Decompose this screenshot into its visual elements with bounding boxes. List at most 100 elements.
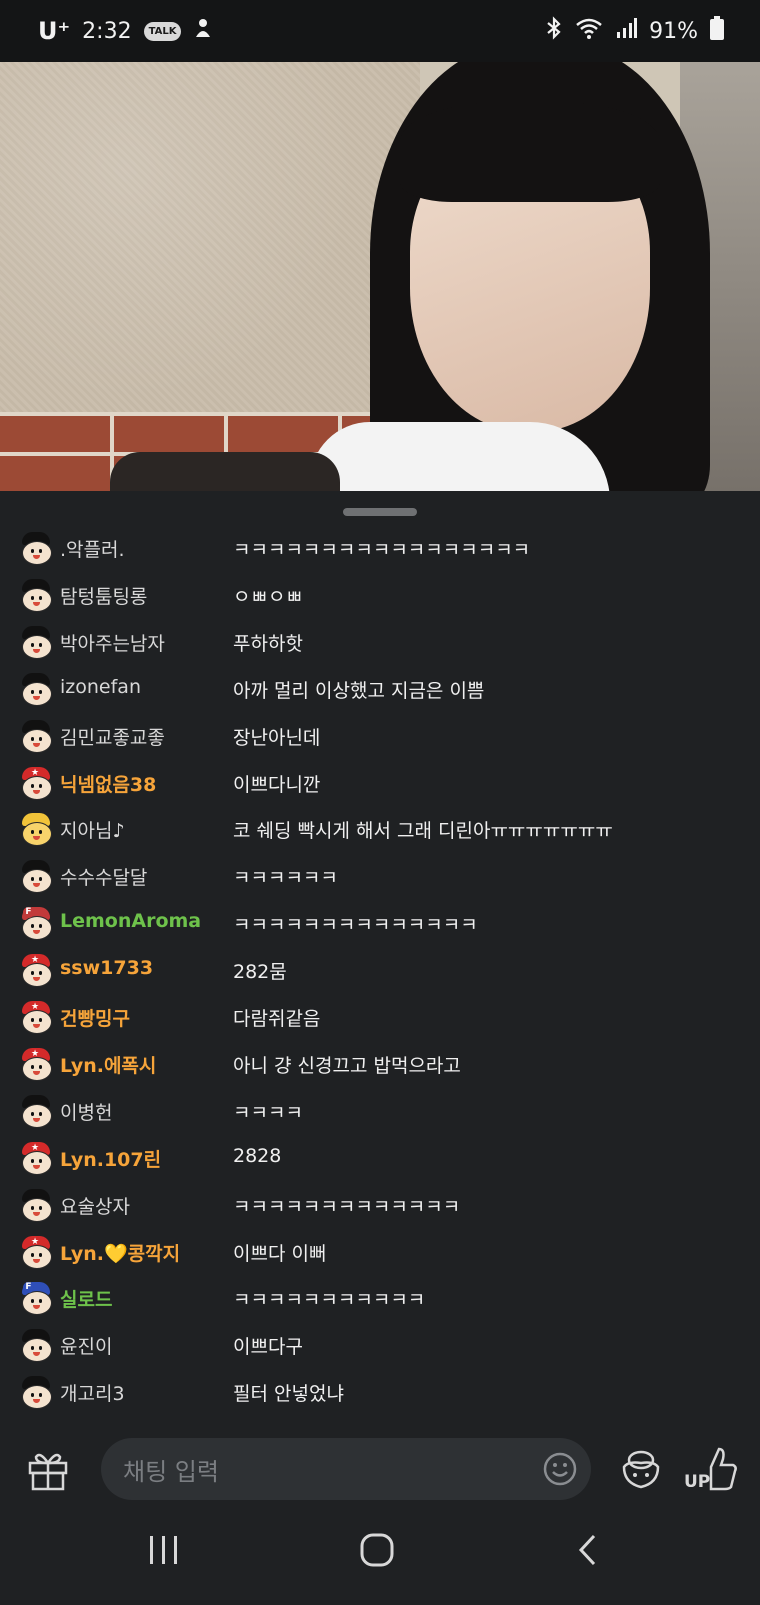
chat-text: 장난아닌데 <box>233 727 321 749</box>
avatar[interactable] <box>20 1189 52 1222</box>
avatar[interactable]: F <box>20 1282 52 1315</box>
status-bar: U⁺ 2:32 TALK 91% <box>0 0 760 62</box>
chat-nickname[interactable]: 탐텅툼팅롱 <box>60 582 147 609</box>
signal-icon <box>615 17 638 45</box>
chat-nickname[interactable]: 개고리3 <box>60 1379 125 1406</box>
chat-message[interactable]: 박아주는남자 푸하하핫 <box>0 622 760 662</box>
avatar[interactable] <box>20 860 52 893</box>
chat-nickname[interactable]: 박아주는남자 <box>60 629 165 656</box>
battery-percent: 91% <box>649 18 698 44</box>
chat-list[interactable]: .악플러. ㅋㅋㅋㅋㅋㅋㅋㅋㅋㅋㅋㅋㅋㅋㅋㅋㅋ 탐텅툼팅롱 ㅇㅃㅇㅃ 박아주는남자 푸하하… <box>0 532 760 1422</box>
chat-nickname[interactable]: 김민교좋교좋 <box>60 723 165 750</box>
recent-apps-icon[interactable] <box>148 1533 180 1571</box>
chat-message[interactable]: 윤진이 이쁘다구 <box>0 1325 760 1365</box>
battery-icon <box>710 16 724 46</box>
chat-text: 282뭄 <box>233 961 287 983</box>
avatar[interactable] <box>20 626 52 659</box>
gift-icon[interactable] <box>26 1447 70 1491</box>
up-label: UP <box>684 1472 710 1492</box>
chat-message[interactable]: ★ Lyn.💛콩깍지 이쁘다 이뻐 <box>0 1232 760 1272</box>
chat-message[interactable]: 지아님♪ 코 쉐딩 빡시게 해서 그래 디린아ㅠㅠㅠㅠㅠㅠㅠ <box>0 809 760 849</box>
chat-message[interactable]: ★ Lyn.107린 2828 <box>0 1138 760 1178</box>
carrier-label: U⁺ <box>38 17 71 45</box>
chat-nickname[interactable]: Lyn.107린 <box>60 1145 161 1172</box>
thumbs-up-icon[interactable]: UP <box>683 1443 739 1493</box>
chat-message[interactable]: ★ 닉넴없음38 이쁘다니깐 <box>0 763 760 803</box>
chat-text: ㅋㅋㅋㅋ <box>233 1102 303 1124</box>
notification-icon <box>193 17 213 45</box>
chat-input-bar: 채팅 입력 UP <box>0 1427 760 1509</box>
wifi-icon <box>575 16 603 46</box>
chat-text: 아니 걍 신경끄고 밥먹으라고 <box>233 1055 461 1077</box>
chat-nickname[interactable]: 실로드 <box>60 1285 112 1312</box>
emoji-icon[interactable] <box>543 1452 577 1486</box>
back-icon[interactable] <box>576 1533 600 1571</box>
chat-message[interactable]: 이병헌 ㅋㅋㅋㅋ <box>0 1091 760 1131</box>
chat-nickname[interactable]: 요술상자 <box>60 1192 130 1219</box>
chat-input[interactable]: 채팅 입력 <box>101 1438 591 1500</box>
avatar[interactable] <box>20 532 52 565</box>
chat-nickname[interactable]: 이병헌 <box>60 1098 112 1125</box>
chat-message[interactable]: 김민교좋교좋 장난아닌데 <box>0 716 760 756</box>
balloon-icon[interactable] <box>618 1447 664 1493</box>
chat-message[interactable]: F LemonAroma ㅋㅋㅋㅋㅋㅋㅋㅋㅋㅋㅋㅋㅋㅋ <box>0 903 760 943</box>
bluetooth-icon <box>545 16 563 46</box>
chat-message[interactable]: ★ ssw1733 282뭄 <box>0 950 760 990</box>
home-icon[interactable] <box>360 1533 394 1571</box>
live-video[interactable] <box>0 62 760 491</box>
avatar[interactable]: ★ <box>20 767 52 800</box>
kakaotalk-icon: TALK <box>143 21 182 41</box>
chat-message[interactable]: ★ 건빵밍구 다람쥐같음 <box>0 997 760 1037</box>
chat-text: ㅋㅋㅋㅋㅋㅋㅋㅋㅋㅋㅋㅋㅋㅋ <box>233 914 478 936</box>
chat-message[interactable]: 수수수달달 ㅋㅋㅋㅋㅋㅋ <box>0 856 760 896</box>
chat-text: 코 쉐딩 빡시게 해서 그래 디린아ㅠㅠㅠㅠㅠㅠㅠ <box>233 820 613 842</box>
chat-message[interactable]: F 실로드 ㅋㅋㅋㅋㅋㅋㅋㅋㅋㅋㅋ <box>0 1278 760 1318</box>
chat-nickname[interactable]: ssw1733 <box>60 957 153 979</box>
avatar[interactable]: ★ <box>20 1001 52 1034</box>
chat-text: 2828 <box>233 1145 282 1167</box>
drag-handle[interactable] <box>343 508 417 516</box>
chat-nickname[interactable]: 건빵밍구 <box>60 1004 130 1031</box>
chat-text: 이쁘다 이뻐 <box>233 1243 327 1265</box>
chat-nickname[interactable]: 윤진이 <box>60 1332 112 1359</box>
avatar[interactable]: F <box>20 907 52 940</box>
navigation-bar <box>0 1509 760 1605</box>
chat-nickname[interactable]: Lyn.💛콩깍지 <box>60 1239 180 1266</box>
avatar[interactable] <box>20 1095 52 1128</box>
chat-text: 이쁘다니깐 <box>233 774 321 796</box>
chat-text: 아까 멀리 이상했고 지금은 이쁨 <box>233 680 485 702</box>
chat-text: ㅋㅋㅋㅋㅋㅋㅋㅋㅋㅋㅋ <box>233 1289 426 1311</box>
avatar[interactable] <box>20 1376 52 1409</box>
chat-nickname[interactable]: izonefan <box>60 676 141 698</box>
chat-message[interactable]: 개고리3 필터 안넣었냐 <box>0 1372 760 1412</box>
avatar[interactable]: ★ <box>20 1048 52 1081</box>
chat-message[interactable]: ★ Lyn.에폭시 아니 걍 신경끄고 밥먹으라고 <box>0 1044 760 1084</box>
avatar[interactable]: ★ <box>20 1236 52 1269</box>
microphone <box>110 452 340 491</box>
avatar[interactable] <box>20 579 52 612</box>
clock: 2:32 <box>82 18 132 44</box>
chat-message[interactable]: izonefan 아까 멀리 이상했고 지금은 이쁨 <box>0 669 760 709</box>
chat-nickname[interactable]: .악플러. <box>60 535 125 562</box>
avatar[interactable] <box>20 1329 52 1362</box>
chat-text: 이쁘다구 <box>233 1336 303 1358</box>
avatar[interactable]: ★ <box>20 954 52 987</box>
chat-nickname[interactable]: 닉넴없음38 <box>60 770 156 797</box>
chat-input-placeholder: 채팅 입력 <box>123 1457 219 1486</box>
avatar[interactable] <box>20 673 52 706</box>
chat-message[interactable]: 탐텅툼팅롱 ㅇㅃㅇㅃ <box>0 575 760 615</box>
chat-text: 필터 안넣었냐 <box>233 1383 344 1405</box>
chat-text: 푸하하핫 <box>233 633 303 655</box>
chat-text: ㅋㅋㅋㅋㅋㅋㅋㅋㅋㅋㅋㅋㅋㅋㅋㅋㅋ <box>233 539 531 561</box>
chat-nickname[interactable]: Lyn.에폭시 <box>60 1051 156 1078</box>
avatar[interactable] <box>20 720 52 753</box>
chat-message[interactable]: .악플러. ㅋㅋㅋㅋㅋㅋㅋㅋㅋㅋㅋㅋㅋㅋㅋㅋㅋ <box>0 528 760 568</box>
chat-text: ㅋㅋㅋㅋㅋㅋㅋㅋㅋㅋㅋㅋㅋ <box>233 1196 461 1218</box>
chat-message[interactable]: 요술상자 ㅋㅋㅋㅋㅋㅋㅋㅋㅋㅋㅋㅋㅋ <box>0 1185 760 1225</box>
avatar[interactable] <box>20 813 52 846</box>
avatar[interactable]: ★ <box>20 1142 52 1175</box>
chat-text: ㅋㅋㅋㅋㅋㅋ <box>233 867 338 889</box>
chat-nickname[interactable]: 지아님♪ <box>60 816 125 843</box>
chat-nickname[interactable]: LemonAroma <box>60 910 201 932</box>
chat-nickname[interactable]: 수수수달달 <box>60 863 147 890</box>
